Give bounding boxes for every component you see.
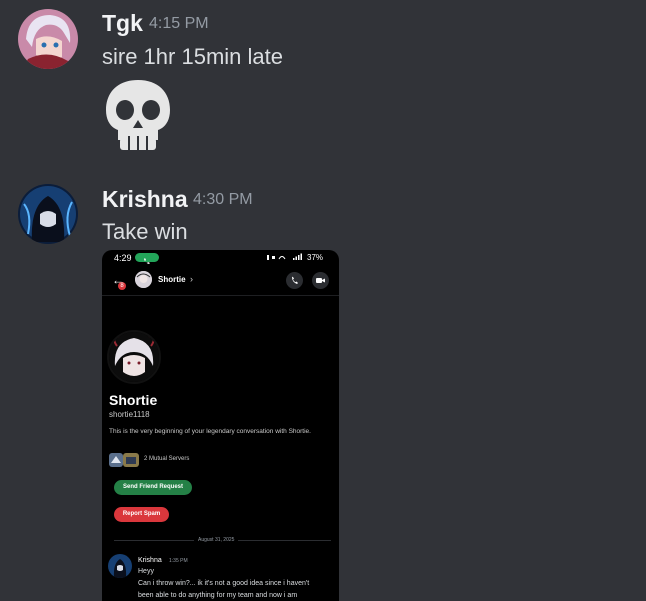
server-icon	[109, 453, 139, 467]
header-name[interactable]: Shortie	[158, 275, 186, 284]
chat-line: been able to do anything for my team and…	[138, 592, 298, 599]
author-name[interactable]: Krishna	[102, 186, 188, 213]
chat-line: Can i throw win?... ik it's not a good i…	[138, 580, 310, 587]
image-attachment[interactable]: 4:29 37% ← 8 Shortie › Shortie shortie11…	[102, 250, 339, 601]
avatar-krishna[interactable]	[18, 184, 78, 244]
chevron-right-icon: ›	[190, 274, 193, 284]
skull-icon	[106, 80, 170, 150]
send-friend-request-button[interactable]: Send Friend Request	[114, 480, 192, 495]
dm-header: ← 8 Shortie ›	[102, 268, 339, 296]
profile-display-name: Shortie	[109, 392, 158, 408]
chat-avatar[interactable]	[108, 554, 132, 578]
chat-time: 1:35 PM	[169, 558, 188, 564]
video-camera-icon	[316, 278, 325, 283]
date-divider: August 31, 2025	[194, 537, 239, 543]
avatar-image	[135, 271, 152, 288]
avatar-anime-image	[18, 9, 78, 69]
skull-emoji	[104, 78, 172, 152]
avatar-image	[108, 554, 132, 578]
phone-icon	[144, 258, 150, 264]
battery-percent: 37%	[307, 253, 324, 262]
message-text: Take win	[102, 219, 188, 244]
active-call-pill	[135, 253, 159, 264]
profile-username: shortie1118	[109, 410, 150, 419]
author-name[interactable]: Tgk	[102, 10, 143, 37]
conversation-start-text: This is the very beginning of your legen…	[109, 428, 311, 435]
notification-badge: 8	[118, 282, 126, 290]
avatar-image	[109, 332, 159, 382]
avatar-hooded-image	[18, 184, 78, 244]
video-call-button[interactable]	[312, 272, 329, 289]
status-time: 4:29	[114, 253, 132, 263]
phone-icon	[292, 276, 298, 284]
chat-author[interactable]: Krishna	[138, 557, 162, 564]
signal-wifi-icons	[267, 253, 303, 263]
signal-icon	[267, 253, 302, 260]
timestamp: 4:30 PM	[193, 191, 253, 208]
header-avatar[interactable]	[135, 271, 152, 288]
mutual-server-icons[interactable]	[109, 453, 139, 467]
profile-avatar[interactable]	[107, 330, 161, 384]
message-text: sire 1hr 15min late	[102, 44, 283, 69]
mutual-servers-label[interactable]: 2 Mutual Servers	[144, 456, 189, 462]
status-bar: 4:29 37%	[102, 250, 339, 268]
report-spam-button[interactable]: Report Spam	[114, 507, 169, 522]
chat-line: Heyy	[138, 568, 154, 575]
voice-call-button[interactable]	[286, 272, 303, 289]
timestamp: 4:15 PM	[149, 15, 209, 32]
avatar-tgk[interactable]	[18, 9, 78, 69]
